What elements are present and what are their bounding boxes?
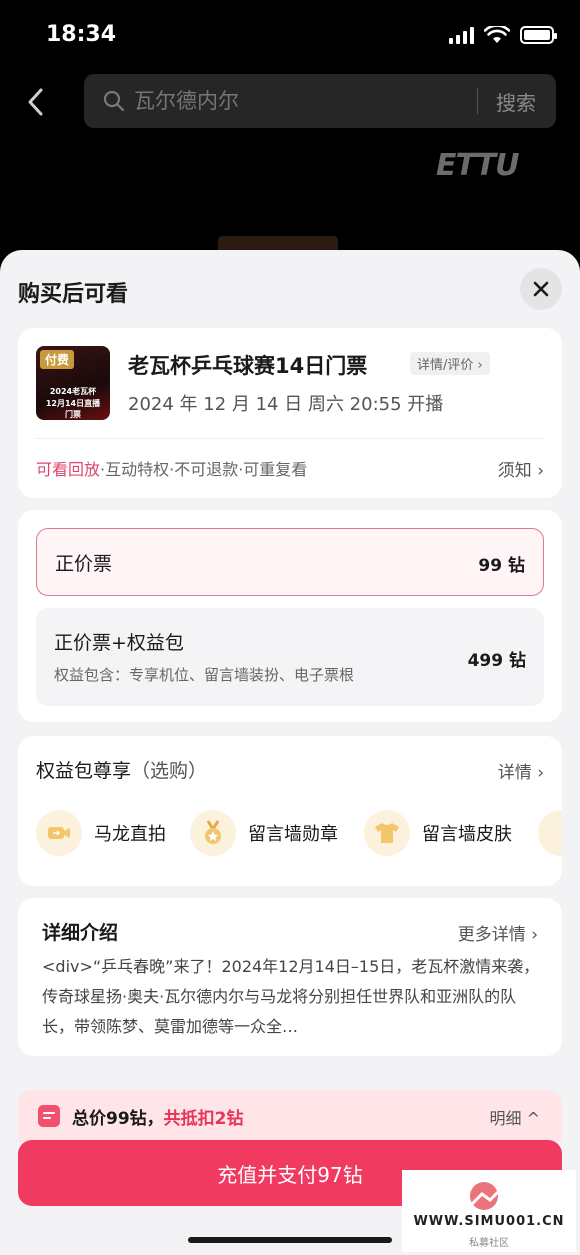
replay-tag: 可看回放 (36, 460, 101, 479)
camera-icon (36, 810, 82, 856)
partial-benefit-icon (538, 810, 562, 856)
ticket-price: 99 钻 (478, 556, 525, 576)
event-tags-rest: ·互动特权·不可退款·可重复看 (100, 460, 308, 479)
divider (36, 438, 544, 439)
event-card: 付费 2024老瓦杯 12月14日直播门票 老瓦杯乒乓球赛14日门票 详情/评价… (18, 328, 562, 498)
benefit-item[interactable]: 马龙直拍 (36, 810, 166, 856)
event-poster[interactable]: 付费 2024老瓦杯 12月14日直播门票 (36, 346, 110, 420)
purchase-sheet: 购买后可看 付费 2024老瓦杯 12月14日直播门票 老瓦杯乒乓球赛14日门票… (0, 250, 580, 1255)
status-bar: 18:34 (0, 0, 580, 70)
wifi-icon (484, 26, 510, 43)
discount-text: 共抵扣2钻 (163, 1109, 244, 1129)
benefit-label: 留言墙皮肤 (422, 824, 512, 845)
chevron-left-icon (28, 88, 43, 116)
close-button[interactable] (520, 268, 562, 310)
search-input[interactable] (134, 89, 477, 113)
benefit-item[interactable]: 留言墙勋章 (190, 810, 338, 856)
benefit-item[interactable]: 留言墙皮肤 (364, 810, 512, 856)
watermark-subtitle: 私募社区 (469, 1238, 509, 1249)
ticket-name: 正价票+权益包 (54, 632, 184, 654)
event-tags: 可看回放·互动特权·不可退款·可重复看 (36, 456, 307, 480)
ticket-option-standard[interactable]: 正价票 99 钻 (36, 528, 544, 596)
ticket-price: 499 钻 (467, 651, 526, 671)
ticket-options-card: 正价票 99 钻 正价票+权益包 权益包含：专享机位、留言墙装扮、电子票根 49… (18, 510, 562, 722)
home-indicator (188, 1237, 392, 1243)
detail-body: <div>“乒乓春晚”来了！2024年12月14日–15日，老瓦杯激情来袭，传奇… (42, 957, 540, 1036)
breakdown-toggle[interactable]: 明细 ^ (490, 1105, 541, 1129)
medal-icon (190, 810, 236, 856)
ticket-option-bundle[interactable]: 正价票+权益包 权益包含：专享机位、留言墙装扮、电子票根 499 钻 (36, 608, 544, 706)
close-icon (533, 281, 549, 297)
detail-title: 详细介绍 (42, 922, 119, 944)
benefits-title-suffix: （选购） (131, 760, 208, 782)
total-price: 总价99钻，共抵扣2钻 (72, 1104, 244, 1129)
search-divider (477, 88, 478, 114)
total-price-prefix: 总价99钻， (72, 1109, 164, 1129)
search-button[interactable]: 搜索 (496, 87, 536, 116)
back-button[interactable] (18, 84, 54, 120)
poster-line-2: 12月14日直播门票 (45, 399, 101, 419)
benefit-label: 马龙直拍 (94, 824, 166, 845)
benefits-detail-link[interactable]: 详情 › (498, 758, 544, 783)
status-icons (449, 26, 557, 44)
signal-icon (449, 26, 474, 44)
sheet-title: 购买后可看 (18, 282, 129, 307)
background-logo: ETTU (436, 148, 519, 183)
more-details-link[interactable]: 更多详情 › (458, 920, 538, 945)
notice-link[interactable]: 须知 › (498, 456, 544, 481)
watermark: WWW.SIMU001.CN 私募社区 (402, 1170, 576, 1252)
benefits-title: 权益包尊享（选购） (36, 756, 207, 783)
benefit-item-partial[interactable] (538, 810, 562, 856)
bill-icon (38, 1105, 60, 1127)
top-nav: 搜索 (0, 72, 580, 132)
watermark-logo-icon (468, 1178, 512, 1210)
paid-badge: 付费 (40, 350, 75, 369)
battery-icon (520, 26, 557, 44)
event-time: 2024 年 12 月 14 日 周六 20:55 开播 (128, 394, 444, 415)
watermark-url: WWW.SIMU001.CN (413, 1214, 565, 1229)
detail-review-link[interactable]: 详情/评价 › (410, 352, 490, 375)
benefit-label: 留言墙勋章 (248, 824, 338, 845)
shirt-icon (364, 810, 410, 856)
benefits-card: 权益包尊享（选购） 详情 › 马龙直拍 留言墙勋章 留言墙皮肤 (18, 736, 562, 886)
ticket-name: 正价票 (55, 553, 113, 575)
search-box[interactable]: 搜索 (84, 74, 556, 128)
search-icon (103, 90, 125, 112)
benefits-title-main: 权益包尊享 (36, 760, 132, 782)
ticket-description: 权益包含：专享机位、留言墙装扮、电子票根 (54, 666, 355, 684)
detail-card: 详细介绍 更多详情 › <div>“乒乓春晚”来了！2024年12月14日–15… (18, 898, 562, 1056)
status-time: 18:34 (46, 22, 117, 47)
event-title: 老瓦杯乒乓球赛14日门票 (128, 354, 368, 378)
total-bar: 总价99钻，共抵扣2钻 明细 ^ (18, 1090, 562, 1142)
poster-line-1: 2024老瓦杯 (49, 387, 97, 396)
